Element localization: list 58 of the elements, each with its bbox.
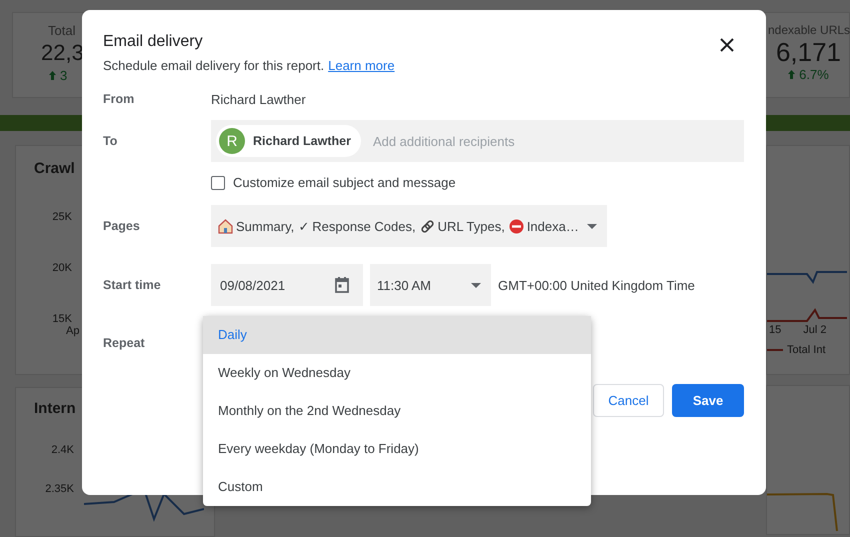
time-select[interactable]: 11:30 AM	[370, 264, 491, 306]
field-label: Start time	[103, 278, 162, 292]
time-value: 11:30 AM	[377, 278, 431, 292]
avatar: R	[219, 128, 245, 154]
check-mark: ✓	[298, 218, 310, 234]
chart-title: Intern	[34, 400, 77, 417]
dropdown-caret-icon	[586, 224, 597, 228]
axis-label: 2.35K	[45, 483, 74, 495]
sender-name: Richard Lawther	[211, 92, 306, 106]
checkbox-label: Customize email subject and message	[233, 175, 456, 190]
link-icon	[420, 218, 435, 234]
change-value: 6.7%	[799, 67, 829, 82]
legend-line-icon	[767, 348, 783, 352]
scorecard-label: Total	[47, 23, 76, 38]
field-label: From	[103, 92, 136, 106]
learn-more-link[interactable]: Learn more	[328, 58, 395, 73]
save-button[interactable]: Save	[672, 384, 744, 417]
up-arrow-icon	[788, 70, 796, 79]
axis-label: Jul 2	[803, 324, 826, 336]
up-arrow-icon	[49, 71, 56, 80]
cancel-button[interactable]: Cancel	[593, 384, 664, 417]
menu-option[interactable]: Every weekday (Monday to Friday)	[203, 430, 591, 468]
scorecard-label: ndexable URLs	[768, 23, 849, 37]
date-value: 09/08/2021	[220, 278, 286, 292]
axis-label: 25K	[52, 211, 72, 223]
menu-option[interactable]: Monthly on the 2nd Wednesday	[203, 392, 591, 430]
recipients-field[interactable]: R Richard Lawther Add additional recipients	[211, 120, 744, 162]
scorecard-value: 22,3	[41, 39, 85, 67]
axis-label: Ap	[66, 325, 80, 337]
axis-label: 15	[769, 324, 782, 336]
dialog-description: Schedule email delivery for this report.	[103, 58, 324, 73]
page-name: Summary,	[236, 218, 294, 234]
field-label: Pages	[103, 219, 141, 233]
dialog-title: Email delivery	[103, 32, 204, 52]
menu-option[interactable]: Custom	[203, 468, 591, 506]
scorecard-value: 6,171	[774, 37, 842, 67]
axis-label: 15K	[52, 313, 72, 325]
time-zone: GMT+00:00 United Kingdom Time	[498, 278, 695, 292]
legend-label: Total Int	[787, 344, 826, 356]
axis-label: 20K	[52, 262, 72, 274]
no-entry-icon	[508, 218, 524, 234]
house-icon	[218, 218, 233, 234]
checkbox[interactable]	[211, 176, 225, 190]
menu-option[interactable]: Weekly on Wednesday	[203, 354, 591, 392]
axis-label: 2.4K	[51, 444, 74, 456]
chart-title: Crawl	[34, 160, 76, 177]
dropdown-caret-icon	[471, 282, 481, 288]
page-name: Response Codes,	[312, 218, 416, 234]
recipient-chip[interactable]: R Richard Lawther	[216, 125, 361, 157]
page-name: URL Types,	[438, 218, 505, 234]
calendar-icon	[335, 277, 349, 293]
pages-select[interactable]: Summary, ✓ Response Codes, URL Types, Indexa…	[211, 205, 607, 247]
page-name: Indexa…	[526, 218, 579, 234]
field-label: Repeat	[103, 336, 146, 350]
field-label: To	[103, 134, 118, 148]
close-icon	[720, 38, 734, 52]
change-value: 3	[60, 68, 68, 83]
date-field[interactable]: 09/08/2021	[211, 264, 363, 306]
